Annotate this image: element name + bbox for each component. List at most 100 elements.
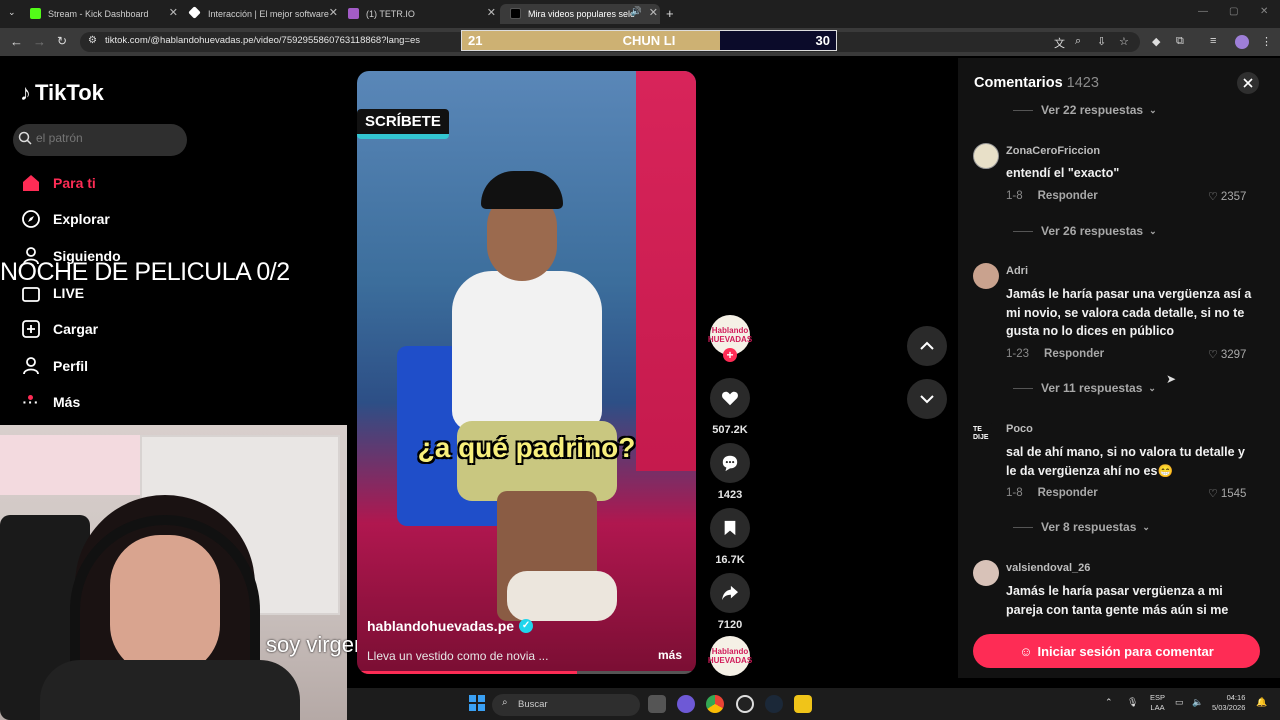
comment-avatar[interactable]: [973, 560, 999, 586]
interaccion-favicon-icon: [188, 6, 201, 19]
taskbar-clock[interactable]: 04:16 5/03/2026: [1212, 693, 1245, 713]
reply-button[interactable]: Responder: [1044, 348, 1104, 360]
follow-plus-icon[interactable]: +: [723, 348, 737, 362]
steam-icon[interactable]: [765, 695, 783, 713]
url-text[interactable]: tiktok.com/@hablandohuevadas.pe/video/75…: [105, 35, 420, 46]
comment-avatar[interactable]: [973, 143, 999, 169]
taskbar-search[interactable]: [492, 694, 640, 716]
view-replies-button[interactable]: Ver 26 respuestas ⌄: [1013, 224, 1157, 238]
close-tab-icon[interactable]: ✕: [169, 6, 178, 19]
search-input[interactable]: [36, 131, 176, 145]
notification-bell-icon[interactable]: 🔔: [1256, 697, 1267, 708]
home-icon: [20, 172, 42, 194]
tab-list-icon[interactable]: ⌄: [8, 7, 16, 18]
bookmark-icon: [724, 520, 736, 536]
network-icon[interactable]: ▭: [1175, 697, 1184, 708]
search-icon: [18, 131, 32, 145]
zoom-icon[interactable]: ⌕: [1075, 35, 1081, 48]
comment-avatar[interactable]: TE DIJE: [973, 422, 999, 448]
minimize-icon[interactable]: —: [1198, 6, 1208, 17]
nav-label: Explorar: [53, 211, 110, 227]
nav-item-explorar[interactable]: Explorar: [20, 205, 180, 233]
back-icon[interactable]: ←: [10, 34, 23, 49]
tray-chevron-icon[interactable]: ⌃: [1105, 697, 1113, 708]
tiktok-logo[interactable]: ♪ TikTok: [20, 80, 104, 106]
bookmark-star-icon[interactable]: ☆: [1119, 35, 1129, 48]
forward-icon[interactable]: →: [33, 34, 46, 49]
view-replies-button[interactable]: Ver 8 respuestas ⌄: [1013, 520, 1150, 534]
reply-button[interactable]: Responder: [1038, 190, 1098, 202]
speaker-icon[interactable]: 🔊: [631, 6, 642, 17]
close-window-icon[interactable]: ✕: [1260, 6, 1268, 17]
view-replies-button[interactable]: Ver 11 respuestas ⌄: [1013, 381, 1156, 395]
heart-outline-icon: ♡: [1208, 349, 1218, 361]
comment-like-button[interactable]: ♡ 2357: [1208, 190, 1246, 204]
app-icon[interactable]: [794, 695, 812, 713]
previous-video-button[interactable]: [907, 326, 947, 366]
maximize-icon[interactable]: ▢: [1229, 6, 1238, 17]
video-author[interactable]: hablandohuevadas.pe ✓: [367, 618, 534, 634]
language-indicator[interactable]: ESP LAA: [1150, 693, 1165, 713]
video-player[interactable]: SCRÍBETE ¿a qué padrino? hablandohuevada…: [357, 71, 696, 674]
nav-item-mas[interactable]: ··· Más: [20, 388, 180, 416]
site-info-icon[interactable]: ⚙: [88, 35, 97, 46]
chevron-down-icon: [920, 395, 934, 404]
close-tab-icon[interactable]: ✕: [649, 6, 658, 19]
chevron-down-icon: ⌄: [1142, 521, 1150, 532]
comment-username[interactable]: valsiendoval_26: [1006, 562, 1090, 574]
comment-like-button[interactable]: ♡ 3297: [1208, 348, 1246, 362]
close-tab-icon[interactable]: ✕: [329, 6, 338, 19]
tiktok-note-icon: ♪: [20, 80, 31, 105]
comment-like-button[interactable]: ♡ 1545: [1208, 487, 1246, 501]
share-button[interactable]: [710, 573, 750, 613]
comment-avatar[interactable]: [973, 263, 999, 289]
comment-text: Jamás le haría pasar vergüenza a mi pare…: [1006, 584, 1229, 617]
comments-count: 1423: [1066, 75, 1099, 91]
tab-kick-dashboard[interactable]: Stream - Kick Dashboard ✕: [20, 4, 180, 24]
task-view-icon[interactable]: [648, 695, 666, 713]
share-icon: [722, 585, 738, 601]
new-tab-icon[interactable]: +: [666, 6, 674, 21]
tab-tetrio[interactable]: (1) TETR.IO ✕: [338, 4, 498, 24]
comment-username[interactable]: Poco: [1006, 423, 1033, 435]
extension-icon[interactable]: ◆: [1152, 35, 1160, 48]
video-progress-bar[interactable]: [357, 671, 696, 674]
chrome-icon[interactable]: [706, 695, 724, 713]
like-button[interactable]: [710, 378, 750, 418]
stream-caption: soy virgen: [266, 632, 367, 657]
close-comments-button[interactable]: [1237, 72, 1259, 94]
save-button[interactable]: [710, 508, 750, 548]
next-video-button[interactable]: [907, 379, 947, 419]
profile-avatar-icon[interactable]: [1235, 35, 1249, 49]
comment-username[interactable]: ZonaCeroFriccion: [1006, 145, 1100, 157]
heart-outline-icon: ♡: [1208, 488, 1218, 500]
volume-icon[interactable]: 🔈: [1192, 697, 1203, 708]
tab-interaccion[interactable]: Interacción | El mejor software ✕: [180, 4, 340, 24]
comment-button[interactable]: [710, 443, 750, 483]
menu-dots-icon[interactable]: ⋮: [1261, 35, 1272, 48]
music-avatar[interactable]: Hablando HUEVADAS: [708, 636, 752, 676]
reload-icon[interactable]: ↻: [57, 34, 67, 48]
more-link[interactable]: más: [658, 648, 682, 662]
login-to-comment-button[interactable]: ☺ Iniciar sesión para comentar: [973, 634, 1260, 668]
nav-item-cargar[interactable]: Cargar: [20, 315, 180, 343]
comment-text: entendí el "exacto": [1006, 166, 1120, 180]
tab-tiktok[interactable]: Mira videos populares sele 🔊 ✕: [500, 4, 660, 24]
lang-line-1: ESP: [1150, 693, 1166, 702]
nav-item-para-ti[interactable]: Para ti: [20, 169, 180, 197]
obs-icon[interactable]: [736, 695, 754, 713]
discord-icon[interactable]: [677, 695, 695, 713]
nav-item-perfil[interactable]: Perfil: [20, 352, 180, 380]
close-tab-icon[interactable]: ✕: [487, 6, 496, 19]
puzzle-icon[interactable]: ⧉: [1176, 35, 1184, 48]
translate-icon[interactable]: 文: [1054, 35, 1065, 51]
view-replies-button[interactable]: Ver 22 respuestas ⌄: [1013, 103, 1157, 117]
reply-button[interactable]: Responder: [1038, 487, 1098, 499]
reading-list-icon[interactable]: ≡: [1210, 35, 1216, 47]
profile-icon: [20, 355, 42, 377]
install-icon[interactable]: ⇩: [1097, 35, 1106, 48]
windows-start-icon[interactable]: [469, 695, 487, 713]
mic-icon[interactable]: 🎙: [1127, 697, 1138, 708]
comment-username[interactable]: Adri: [1006, 265, 1028, 277]
clock-time: 04:16: [1226, 693, 1246, 702]
